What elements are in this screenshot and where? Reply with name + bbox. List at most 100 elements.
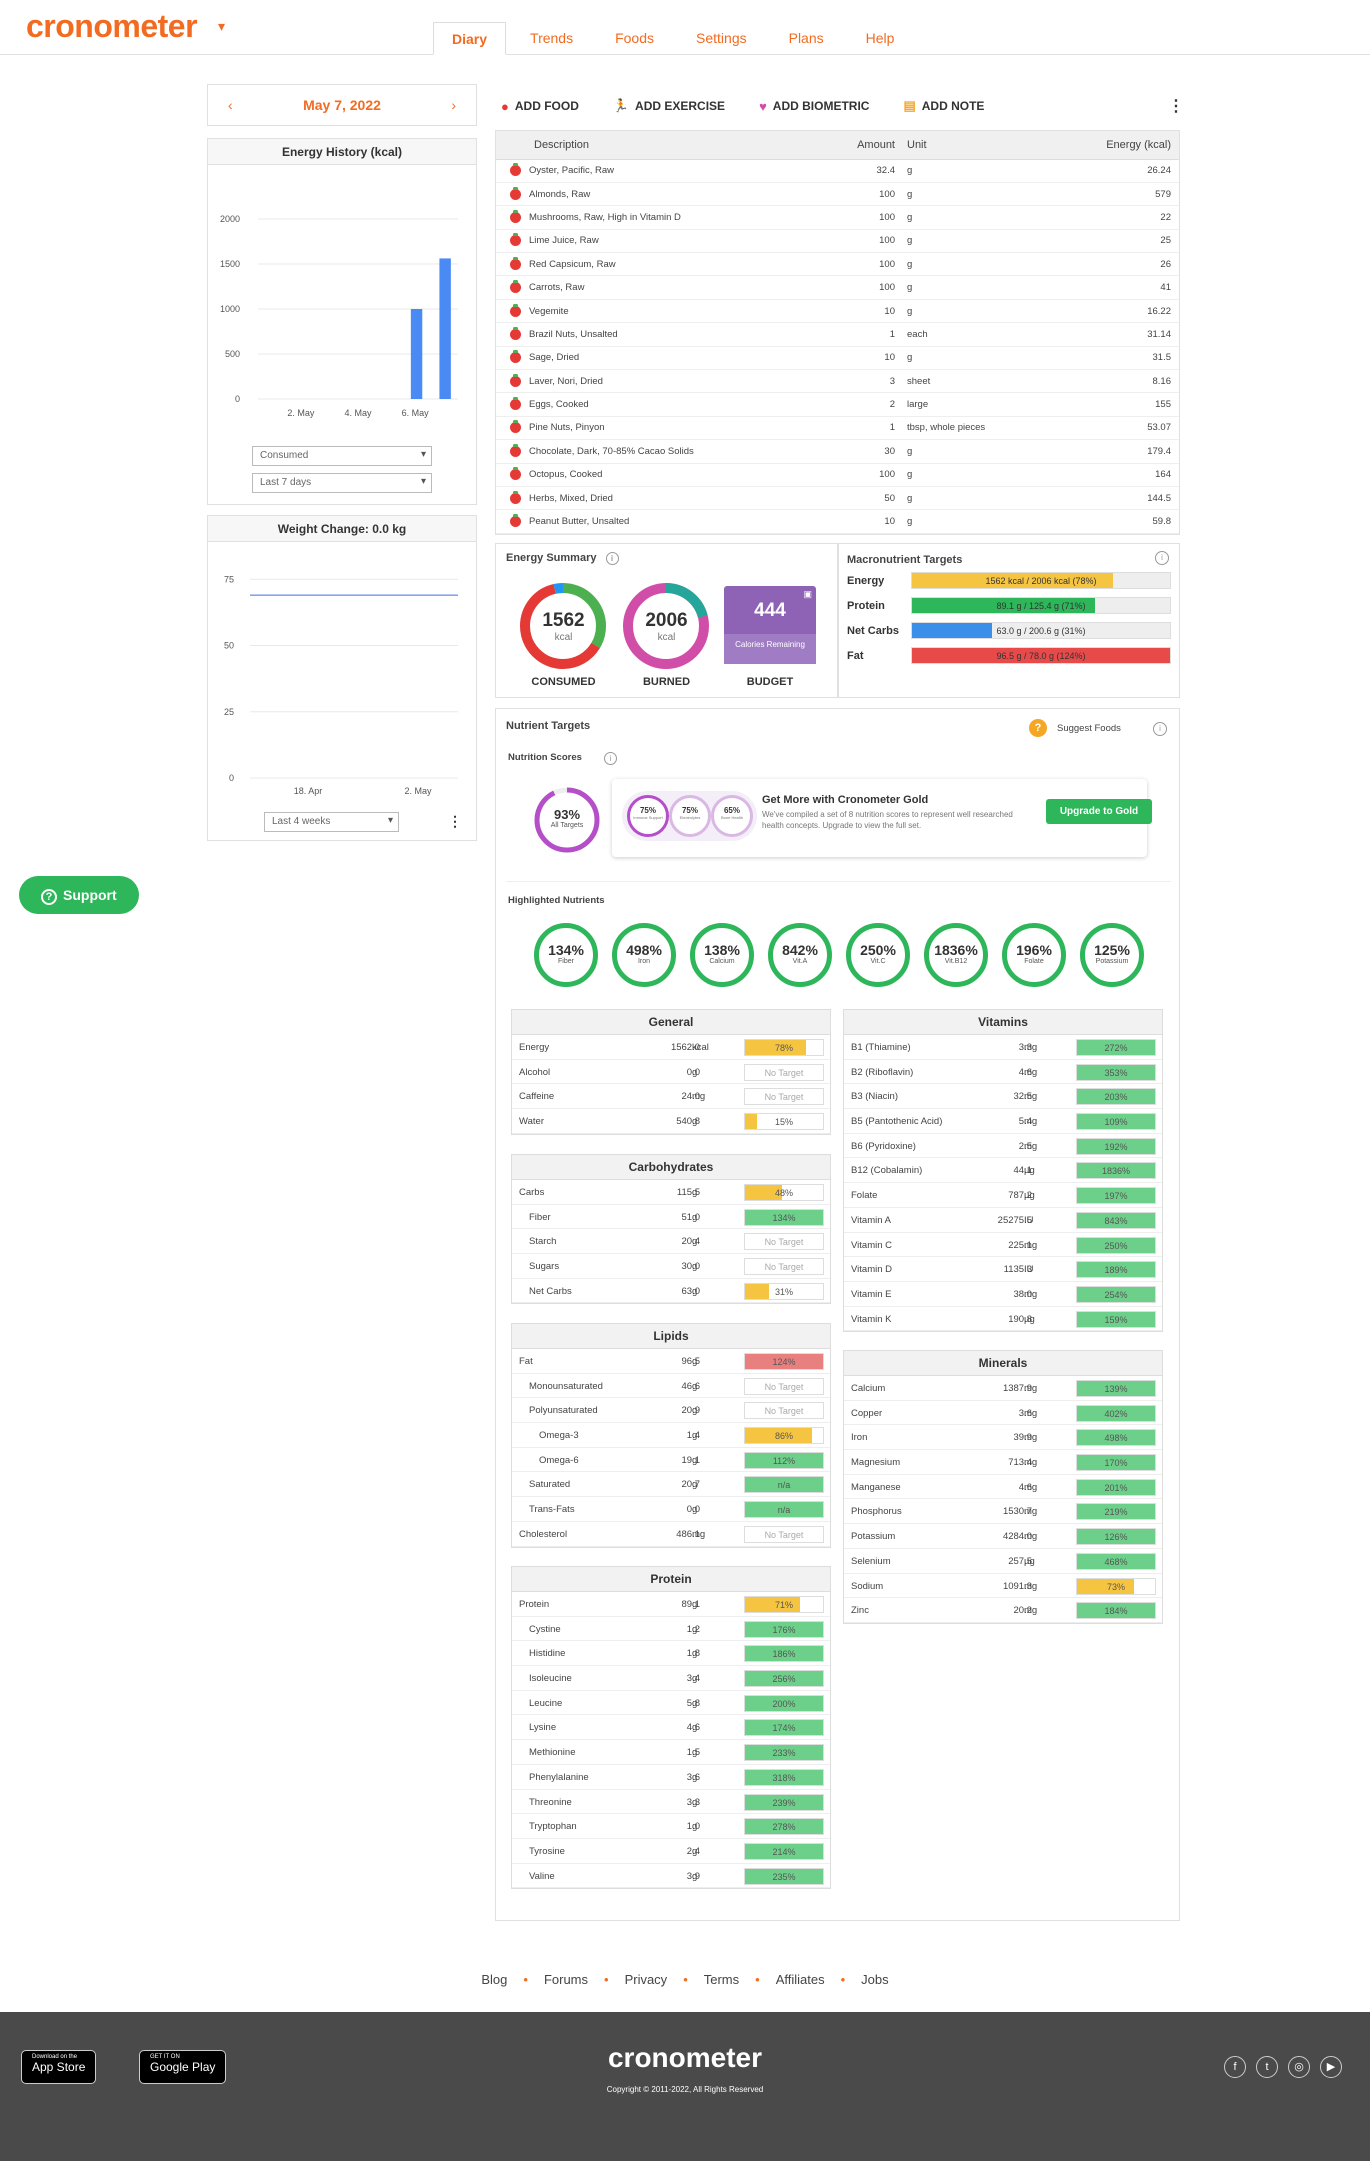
nutrient-row[interactable]: Protein 89.1 g 71% bbox=[512, 1592, 830, 1617]
diary-row[interactable]: Lime Juice, Raw 100 g 25 bbox=[496, 229, 1179, 254]
youtube-icon[interactable]: ▶ bbox=[1320, 2056, 1342, 2078]
budget-expand-icon[interactable]: ▣ bbox=[803, 589, 812, 600]
nutrient-row[interactable]: Vitamin C 225.1 mg 250% bbox=[844, 1233, 1162, 1258]
nutrient-row[interactable]: B5 (Pantothenic Acid) 5.4 mg 109% bbox=[844, 1109, 1162, 1134]
nutrient-row[interactable]: Tryptophan 1.0 g 278% bbox=[512, 1814, 830, 1839]
weight-range-select[interactable]: Last 4 weeks bbox=[264, 812, 399, 832]
add-note-button[interactable]: ▤ ADD NOTE bbox=[903, 98, 984, 114]
nutrient-row[interactable]: Cholesterol 486.1 mg No Target bbox=[512, 1522, 830, 1547]
nutrient-row[interactable]: Trans-Fats 0.0 g n/a bbox=[512, 1497, 830, 1522]
footer-link-terms[interactable]: Terms bbox=[704, 1972, 739, 1987]
nutrient-row[interactable]: Potassium 4284.0 mg 126% bbox=[844, 1524, 1162, 1549]
nutrient-row[interactable]: B12 (Cobalamin) 44.1 µg 1836% bbox=[844, 1158, 1162, 1184]
twitter-icon[interactable]: t bbox=[1256, 2056, 1278, 2078]
nutrient-info-icon[interactable]: i bbox=[1153, 722, 1167, 736]
nutrient-row[interactable]: B1 (Thiamine) 3.3 mg 272% bbox=[844, 1035, 1162, 1060]
nutrient-row[interactable]: Selenium 257.5 µg 468% bbox=[844, 1549, 1162, 1574]
cronometer-logo[interactable]: cronometer bbox=[26, 8, 198, 45]
nutrient-row[interactable]: Fiber 51.0 g 134% bbox=[512, 1205, 830, 1230]
diary-row[interactable]: Red Capsicum, Raw 100 g 26 bbox=[496, 252, 1179, 277]
prev-day-chevron-icon[interactable]: ‹ bbox=[228, 97, 233, 113]
nutrient-row[interactable]: Vitamin E 38.0 mg 254% bbox=[844, 1282, 1162, 1307]
macro-info-icon[interactable]: i bbox=[1155, 551, 1169, 565]
diary-row[interactable]: Almonds, Raw 100 g 579 bbox=[496, 182, 1179, 207]
logo-menu-caret[interactable]: ▾ bbox=[218, 18, 225, 35]
nutrient-row[interactable]: Vitamin A 25275.5 IU 843% bbox=[844, 1208, 1162, 1233]
diary-row[interactable]: Eggs, Cooked 2 large 155 bbox=[496, 392, 1179, 417]
nutrient-row[interactable]: Water 540.8 g 15% bbox=[512, 1109, 830, 1134]
footer-link-jobs[interactable]: Jobs bbox=[861, 1972, 888, 1987]
nutrient-row[interactable]: B2 (Riboflavin) 4.6 mg 353% bbox=[844, 1060, 1162, 1085]
highlighted-nutrient[interactable]: 498% Iron bbox=[612, 923, 676, 987]
add-food-button[interactable]: ● ADD FOOD bbox=[501, 99, 579, 114]
nutrient-row[interactable]: Carbs 115.5 g 48% bbox=[512, 1180, 830, 1205]
nutrient-row[interactable]: Isoleucine 3.4 g 256% bbox=[512, 1666, 830, 1691]
energy-metric-select[interactable]: Consumed bbox=[252, 446, 432, 466]
add-exercise-button[interactable]: 🏃 ADD EXERCISE bbox=[613, 98, 725, 114]
add-biometric-button[interactable]: ♥ ADD BIOMETRIC bbox=[759, 99, 869, 114]
facebook-icon[interactable]: f bbox=[1224, 2056, 1246, 2078]
highlighted-nutrient[interactable]: 134% Fiber bbox=[534, 923, 598, 987]
nutrient-row[interactable]: Manganese 4.6 mg 201% bbox=[844, 1475, 1162, 1500]
tab-diary[interactable]: Diary bbox=[433, 22, 507, 55]
footer-link-forums[interactable]: Forums bbox=[544, 1972, 588, 1987]
nutrient-row[interactable]: Threonine 3.3 g 239% bbox=[512, 1790, 830, 1815]
nutrient-row[interactable]: Energy 1562.0 kcal 78% bbox=[512, 1035, 830, 1060]
next-day-chevron-icon[interactable]: › bbox=[451, 97, 456, 113]
suggest-foods-button[interactable]: ? Suggest Foods bbox=[1029, 719, 1121, 737]
tab-plans[interactable]: Plans bbox=[771, 22, 842, 55]
diary-row[interactable]: Mushrooms, Raw, High in Vitamin D 100 g 22 bbox=[496, 205, 1179, 230]
nutrient-row[interactable]: Iron 39.9 mg 498% bbox=[844, 1425, 1162, 1451]
highlighted-nutrient[interactable]: 196% Folate bbox=[1002, 923, 1066, 987]
highlighted-nutrient[interactable]: 250% Vit.C bbox=[846, 923, 910, 987]
energy-bar[interactable] bbox=[410, 309, 423, 399]
nutrient-row[interactable]: Phenylalanine 3.6 g 318% bbox=[512, 1765, 830, 1790]
nutrient-row[interactable]: Magnesium 713.4 mg 170% bbox=[844, 1450, 1162, 1475]
nutrient-row[interactable]: Phosphorus 1530.7 mg 219% bbox=[844, 1499, 1162, 1525]
nutrient-row[interactable]: Tyrosine 2.4 g 214% bbox=[512, 1839, 830, 1864]
nutrient-row[interactable]: Leucine 5.8 g 200% bbox=[512, 1691, 830, 1716]
instagram-icon[interactable]: ◎ bbox=[1288, 2056, 1310, 2078]
nutrient-row[interactable]: Methionine 1.5 g 233% bbox=[512, 1740, 830, 1765]
diary-row[interactable]: Octopus, Cooked 100 g 164 bbox=[496, 463, 1179, 487]
nutrient-row[interactable]: Monounsaturated 46.6 g No Target bbox=[512, 1374, 830, 1399]
nutrient-row[interactable]: Lysine 4.6 g 174% bbox=[512, 1715, 830, 1741]
nutrient-row[interactable]: Sugars 30.0 g No Target bbox=[512, 1254, 830, 1279]
diary-row[interactable]: Carrots, Raw 100 g 41 bbox=[496, 275, 1179, 300]
nutrient-row[interactable]: Zinc 20.2 mg 184% bbox=[844, 1598, 1162, 1623]
nutrient-row[interactable]: Copper 3.6 mg 402% bbox=[844, 1401, 1162, 1426]
diary-more-icon[interactable]: ⋮ bbox=[1168, 96, 1184, 116]
nutrient-row[interactable]: Fat 96.5 g 124% bbox=[512, 1349, 830, 1374]
tab-help[interactable]: Help bbox=[848, 22, 913, 55]
footer-link-blog[interactable]: Blog bbox=[481, 1972, 507, 1987]
tab-foods[interactable]: Foods bbox=[597, 22, 672, 55]
nutrient-row[interactable]: Polyunsaturated 20.9 g No Target bbox=[512, 1398, 830, 1424]
nutrient-row[interactable]: Vitamin D 1135.3 IU 189% bbox=[844, 1257, 1162, 1282]
upgrade-gold-button[interactable]: Upgrade to Gold bbox=[1046, 799, 1152, 824]
highlighted-nutrient[interactable]: 1836% Vit.B12 bbox=[924, 923, 988, 987]
highlighted-nutrient[interactable]: 138% Calcium bbox=[690, 923, 754, 987]
nutrient-row[interactable]: Net Carbs 63.0 g 31% bbox=[512, 1279, 830, 1304]
diary-row[interactable]: Brazil Nuts, Unsalted 1 each 31.14 bbox=[496, 322, 1179, 347]
nutrient-row[interactable]: Omega-6 19.1 g 112% bbox=[512, 1448, 830, 1473]
tab-settings[interactable]: Settings bbox=[678, 22, 765, 55]
nutrient-row[interactable]: B3 (Niacin) 32.5 mg 203% bbox=[844, 1084, 1162, 1110]
tab-trends[interactable]: Trends bbox=[512, 22, 591, 55]
diary-date[interactable]: May 7, 2022 bbox=[303, 97, 381, 113]
nutrient-row[interactable]: Caffeine 24.0 mg No Target bbox=[512, 1084, 830, 1110]
diary-row[interactable]: Pine Nuts, Pinyon 1 tbsp, whole pieces 53.0… bbox=[496, 416, 1179, 441]
nutrient-row[interactable]: Cystine 1.2 g 176% bbox=[512, 1617, 830, 1642]
diary-row[interactable]: Oyster, Pacific, Raw 32.4 g 26.24 bbox=[496, 159, 1179, 183]
nutrient-row[interactable]: Calcium 1387.9 mg 139% bbox=[844, 1376, 1162, 1401]
diary-row[interactable]: Vegemite 10 g 16.22 bbox=[496, 299, 1179, 324]
nutrient-row[interactable]: Saturated 20.7 g n/a bbox=[512, 1472, 830, 1498]
nutrient-row[interactable]: Vitamin K 190.8 µg 159% bbox=[844, 1307, 1162, 1332]
footer-link-privacy[interactable]: Privacy bbox=[625, 1972, 668, 1987]
nutrient-row[interactable]: Starch 20.4 g No Target bbox=[512, 1229, 830, 1255]
highlighted-nutrient[interactable]: 125% Potassium bbox=[1080, 923, 1144, 987]
nutrient-row[interactable]: B6 (Pyridoxine) 2.5 mg 192% bbox=[844, 1134, 1162, 1159]
diary-row[interactable]: Peanut Butter, Unsalted 10 g 59.8 bbox=[496, 509, 1179, 534]
footer-link-affiliates[interactable]: Affiliates bbox=[776, 1972, 825, 1987]
energy-bar[interactable] bbox=[439, 258, 451, 399]
energy-range-select[interactable]: Last 7 days bbox=[252, 473, 432, 493]
